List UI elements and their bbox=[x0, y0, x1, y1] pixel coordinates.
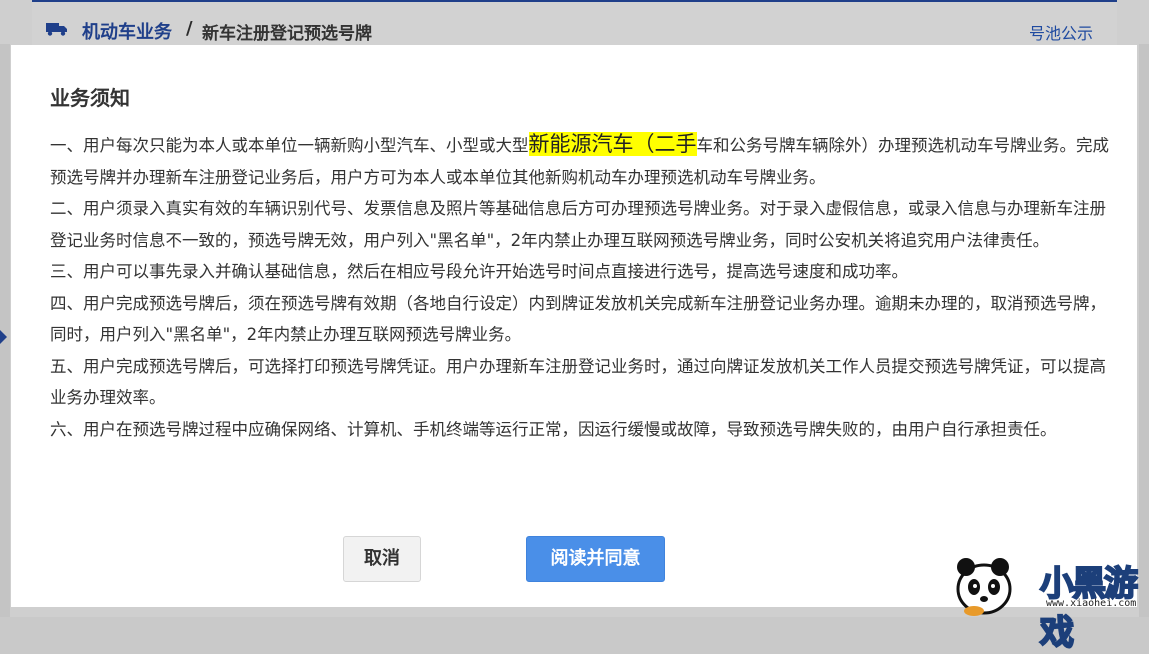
dialog-body: 一、用户每次只能为本人或本单位一辆新购小型汽车、小型或大型新能源汽车（二手车和公… bbox=[50, 129, 1110, 445]
breadcrumb-current: 新车注册登记预选号牌 bbox=[202, 24, 372, 44]
notice-dialog: 业务须知 一、用户每次只能为本人或本单位一辆新购小型汽车、小型或大型新能源汽车（… bbox=[11, 45, 1137, 607]
number-pool-link[interactable]: 号池公示 bbox=[1029, 20, 1093, 44]
breadcrumb-main[interactable]: 机动车业务 bbox=[82, 18, 172, 44]
page-header: 机动车业务 / 新车注册登记预选号牌 号池公示 bbox=[32, 0, 1117, 46]
caret-right-icon bbox=[0, 330, 7, 344]
right-rail bbox=[1139, 44, 1149, 617]
truck-icon bbox=[46, 23, 67, 36]
read-and-agree-button[interactable]: 阅读并同意 bbox=[526, 536, 665, 582]
notice-paragraph-5: 五、用户完成预选号牌后，可选择打印预选号牌凭证。用户办理新车注册登记业务时，通过… bbox=[50, 356, 1106, 408]
watermark-url: www.xiaohei.com bbox=[1046, 598, 1137, 609]
cancel-button[interactable]: 取消 bbox=[343, 536, 421, 582]
breadcrumb-separator: / bbox=[186, 18, 193, 39]
dialog-title: 业务须知 bbox=[50, 86, 130, 110]
notice-paragraph-1: 一、用户每次只能为本人或本单位一辆新购小型汽车、小型或大型新能源汽车（二手车和公… bbox=[50, 129, 1110, 193]
notice-text: 一、用户每次只能为本人或本单位一辆新购小型汽车、小型或大型 bbox=[50, 136, 529, 155]
highlighted-text: 新能源汽车（二手 bbox=[528, 132, 697, 156]
notice-paragraph-4: 四、用户完成预选号牌后，须在预选号牌有效期（各地自行设定）内到牌证发放机关完成新… bbox=[50, 293, 1106, 345]
notice-paragraph-3: 三、用户可以事先录入并确认基础信息，然后在相应号段允许开始选号时间点直接进行选号… bbox=[50, 262, 908, 281]
notice-paragraph-2: 二、用户须录入真实有效的车辆识别代号、发票信息及照片等基础信息后方可办理预选号牌… bbox=[50, 199, 1106, 250]
notice-paragraph-6: 六、用户在预选号牌过程中应确保网络、计算机、手机终端等运行正常，因运行缓慢或故障… bbox=[50, 419, 1057, 439]
